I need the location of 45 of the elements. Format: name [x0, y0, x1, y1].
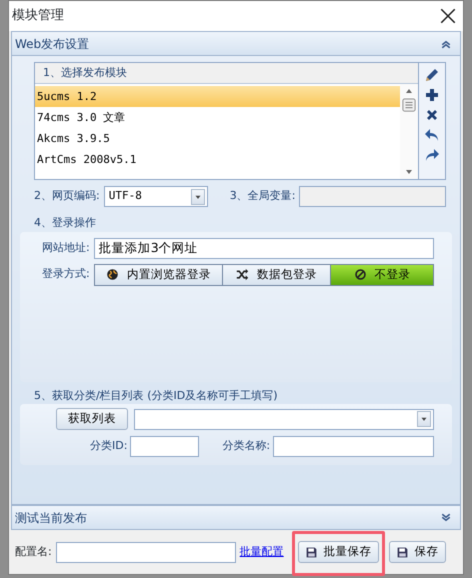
list-header: 1、选择发布模块: [35, 63, 418, 84]
list-item[interactable]: Akcms 3.9.5: [35, 128, 400, 149]
field-label: 分类名称:: [222, 438, 270, 454]
batch-save-button[interactable]: 批量保存: [298, 541, 379, 563]
config-name-field[interactable]: [56, 542, 236, 562]
plus-icon[interactable]: [424, 87, 440, 103]
encoding-select[interactable]: UTF-8: [104, 186, 208, 207]
panel-title: Web发布设置: [15, 36, 90, 52]
panel-header[interactable]: Web发布设置: [11, 31, 461, 56]
login-method-tab[interactable]: 数据包登录: [223, 264, 332, 286]
panel-title: 测试当前发布: [15, 510, 87, 526]
field-label: 3、全局变量:: [230, 188, 296, 204]
panel-header[interactable]: 测试当前发布: [11, 505, 461, 530]
shuffle-icon: [236, 268, 250, 281]
login-method-tab[interactable]: 不登录: [331, 264, 434, 286]
globe-icon: [106, 268, 119, 281]
prohibited-icon: [354, 268, 367, 281]
field-label: 2、网页编码:: [34, 188, 100, 204]
scroll-up-icon[interactable]: [404, 87, 414, 95]
section-title: 5、获取分类/栏目列表 (分类ID及名称可手工填写): [34, 388, 278, 404]
list-item[interactable]: 5ucms 1.2: [35, 86, 400, 107]
redo-icon[interactable]: [424, 147, 440, 163]
batch-config-link[interactable]: 批量配置: [240, 544, 284, 560]
list-item[interactable]: ArtCms 2008v5.1: [35, 149, 400, 170]
pencil-icon[interactable]: [424, 67, 440, 83]
undo-icon[interactable]: [424, 127, 440, 143]
login-method-tab[interactable]: 内置浏览器登录: [94, 264, 224, 286]
category-id-field[interactable]: [130, 436, 200, 457]
save-icon: [396, 546, 409, 558]
list-item[interactable]: 74cms 3.0 文章: [35, 107, 400, 128]
field-label: 登录方式:: [42, 266, 90, 282]
url-field[interactable]: 批量添加3个网址: [94, 238, 434, 258]
window-title: 模块管理: [12, 7, 64, 26]
field-label: 网站地址:: [42, 240, 90, 256]
close-icon[interactable]: [439, 7, 457, 25]
scroll-thumb[interactable]: [402, 97, 416, 113]
expand-icon: [440, 512, 452, 524]
section-title: 4、登录操作: [34, 215, 96, 231]
save-button[interactable]: 保存: [388, 541, 446, 563]
scroll-down-icon[interactable]: [404, 168, 414, 176]
fetch-list-button[interactable]: 获取列表: [56, 408, 128, 430]
category-name-field[interactable]: [273, 436, 434, 457]
field-label: 配置名:: [15, 544, 52, 560]
field-label: 分类ID:: [90, 438, 128, 454]
save-icon: [304, 546, 318, 558]
